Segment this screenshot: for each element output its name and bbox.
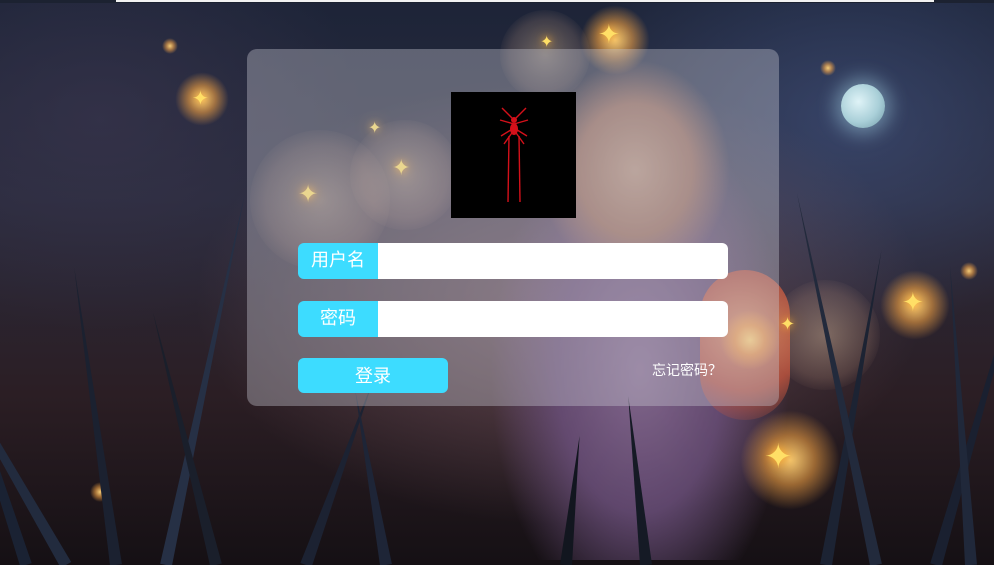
password-input[interactable] <box>378 301 728 337</box>
avatar <box>451 92 576 218</box>
top-bar-line <box>116 0 934 2</box>
butterfly-icon: ✦ <box>598 20 620 50</box>
moon-icon <box>841 84 885 128</box>
butterfly-icon: ✦ <box>764 437 793 477</box>
username-input[interactable] <box>378 243 728 279</box>
butterfly-icon: ✦ <box>902 288 924 318</box>
firefly-glow <box>820 60 836 76</box>
firefly-glow <box>162 38 178 54</box>
forgot-password-link[interactable]: 忘记密码？ <box>652 361 722 381</box>
butterfly-icon: ✦ <box>540 32 554 51</box>
firefly-glow <box>960 262 978 280</box>
grass-blade <box>348 386 392 565</box>
username-label: 用户名 <box>298 243 378 279</box>
login-button[interactable]: 登录 <box>298 358 448 393</box>
grass-blade <box>0 220 32 565</box>
butterfly-icon: ✦ <box>780 314 796 335</box>
grass-blade <box>68 267 122 565</box>
butterfly-icon: ✦ <box>192 86 209 110</box>
password-label: 密码 <box>298 301 378 337</box>
spider-logo-icon <box>499 107 529 203</box>
